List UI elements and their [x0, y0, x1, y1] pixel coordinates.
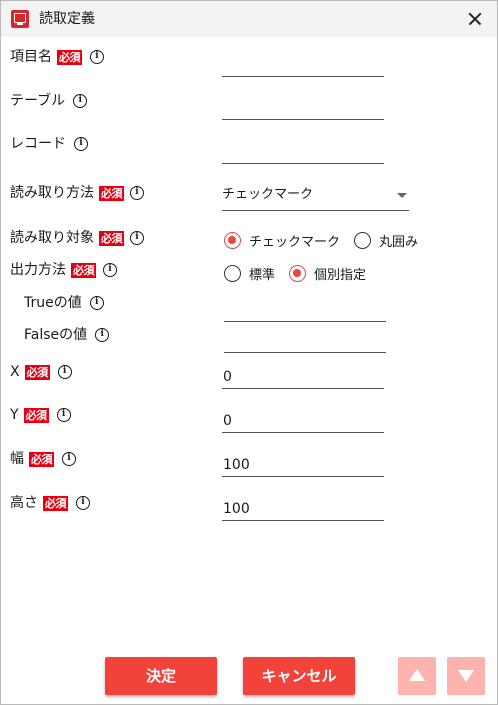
read-target-label: 読み取り対象 — [10, 230, 94, 246]
info-icon[interactable]: i — [56, 408, 71, 422]
true-value-label: Trueの値 — [24, 295, 82, 311]
move-down-button[interactable] — [447, 657, 485, 695]
info-icon[interactable]: i — [76, 496, 90, 510]
info-icon[interactable]: i — [62, 452, 76, 466]
y-label-row: Y 必須 i — [10, 406, 71, 424]
read-method-selected-value: チェックマーク — [222, 187, 314, 202]
output-method-radio-group: 標準 個別指定 — [224, 264, 380, 283]
table-input[interactable] — [222, 98, 384, 120]
info-icon[interactable]: i — [95, 328, 110, 342]
radio-circle-label: 丸囲み — [379, 235, 419, 250]
table-label: テーブル — [10, 93, 66, 109]
x-input[interactable]: 0 — [222, 367, 384, 389]
radio-unchecked-icon — [354, 232, 372, 249]
arrow-down-icon — [458, 670, 474, 682]
width-label-row: 幅 必須 i — [10, 450, 76, 468]
item-name-label-row: 項目名 必須 i — [10, 48, 104, 66]
window-title: 読取定義 — [39, 11, 95, 27]
height-label-row: 高さ 必須 i — [10, 494, 90, 512]
info-icon[interactable]: i — [130, 231, 144, 245]
radio-checked-icon — [224, 232, 241, 249]
width-label: 幅 — [10, 451, 24, 467]
read-method-select[interactable]: チェックマーク — [222, 183, 409, 211]
false-value-label-row: Falseの値 i — [24, 326, 110, 344]
info-icon[interactable]: i — [74, 137, 88, 151]
radio-checkmark[interactable]: チェックマーク — [224, 231, 340, 250]
required-badge: 必須 — [43, 495, 68, 511]
false-value-label: Falseの値 — [24, 327, 88, 343]
width-input[interactable]: 100 — [222, 455, 384, 477]
dialog-window: 読取定義 項目名 必須 i テーブル i レコード i 読み取り方法 必須 i … — [0, 0, 498, 705]
required-badge: 必須 — [99, 185, 124, 201]
read-method-label-row: 読み取り方法 必須 i — [10, 184, 144, 202]
radio-individual[interactable]: 個別指定 — [289, 264, 366, 283]
item-name-input[interactable] — [222, 55, 384, 77]
radio-standard[interactable]: 標準 — [224, 264, 275, 283]
record-label: レコード — [10, 136, 66, 152]
true-value-input[interactable] — [224, 300, 386, 322]
radio-standard-label: 標準 — [249, 268, 276, 283]
required-badge: 必須 — [29, 451, 54, 467]
info-icon[interactable]: i — [89, 296, 104, 310]
radio-unchecked-icon — [224, 265, 241, 282]
radio-circle[interactable]: 丸囲み — [354, 231, 418, 250]
y-input[interactable]: 0 — [222, 411, 384, 433]
output-method-label-row: 出力方法 必須 i — [10, 261, 117, 279]
dropdown-arrow-icon — [397, 193, 407, 198]
required-badge: 必須 — [71, 262, 96, 278]
false-value-input[interactable] — [224, 331, 386, 353]
x-label: X — [10, 364, 20, 380]
close-icon[interactable] — [463, 7, 487, 31]
required-badge: 必須 — [24, 364, 50, 380]
arrow-up-icon — [409, 669, 425, 681]
table-label-row: テーブル i — [10, 92, 88, 110]
record-label-row: レコード i — [10, 135, 88, 153]
radio-checked-icon — [289, 265, 307, 282]
height-input[interactable]: 100 — [222, 499, 384, 521]
output-method-label: 出力方法 — [10, 262, 66, 278]
info-icon[interactable]: i — [73, 94, 88, 108]
item-name-label: 項目名 — [10, 49, 52, 65]
read-target-label-row: 読み取り対象 必須 i — [10, 229, 144, 247]
radio-individual-label: 個別指定 — [314, 268, 367, 283]
info-icon[interactable]: i — [90, 50, 104, 64]
cancel-button[interactable]: キャンセル — [243, 657, 355, 695]
true-value-label-row: Trueの値 i — [24, 294, 104, 312]
read-method-label: 読み取り方法 — [10, 185, 94, 201]
app-logo-icon — [11, 10, 29, 28]
move-up-button[interactable] — [398, 657, 436, 695]
record-input[interactable] — [222, 142, 384, 164]
required-badge: 必須 — [23, 407, 49, 423]
info-icon[interactable]: i — [57, 365, 72, 379]
info-icon[interactable]: i — [103, 263, 117, 277]
height-label: 高さ — [10, 495, 38, 511]
ok-button[interactable]: 決定 — [105, 657, 217, 695]
title-bar: 読取定義 — [1, 1, 497, 37]
required-badge: 必須 — [57, 49, 82, 65]
x-label-row: X 必須 i — [10, 363, 72, 381]
radio-checkmark-label: チェックマーク — [249, 235, 341, 250]
y-label: Y — [10, 407, 19, 423]
required-badge: 必須 — [99, 230, 124, 246]
info-icon[interactable]: i — [130, 186, 144, 200]
read-target-radio-group: チェックマーク 丸囲み — [224, 231, 432, 250]
